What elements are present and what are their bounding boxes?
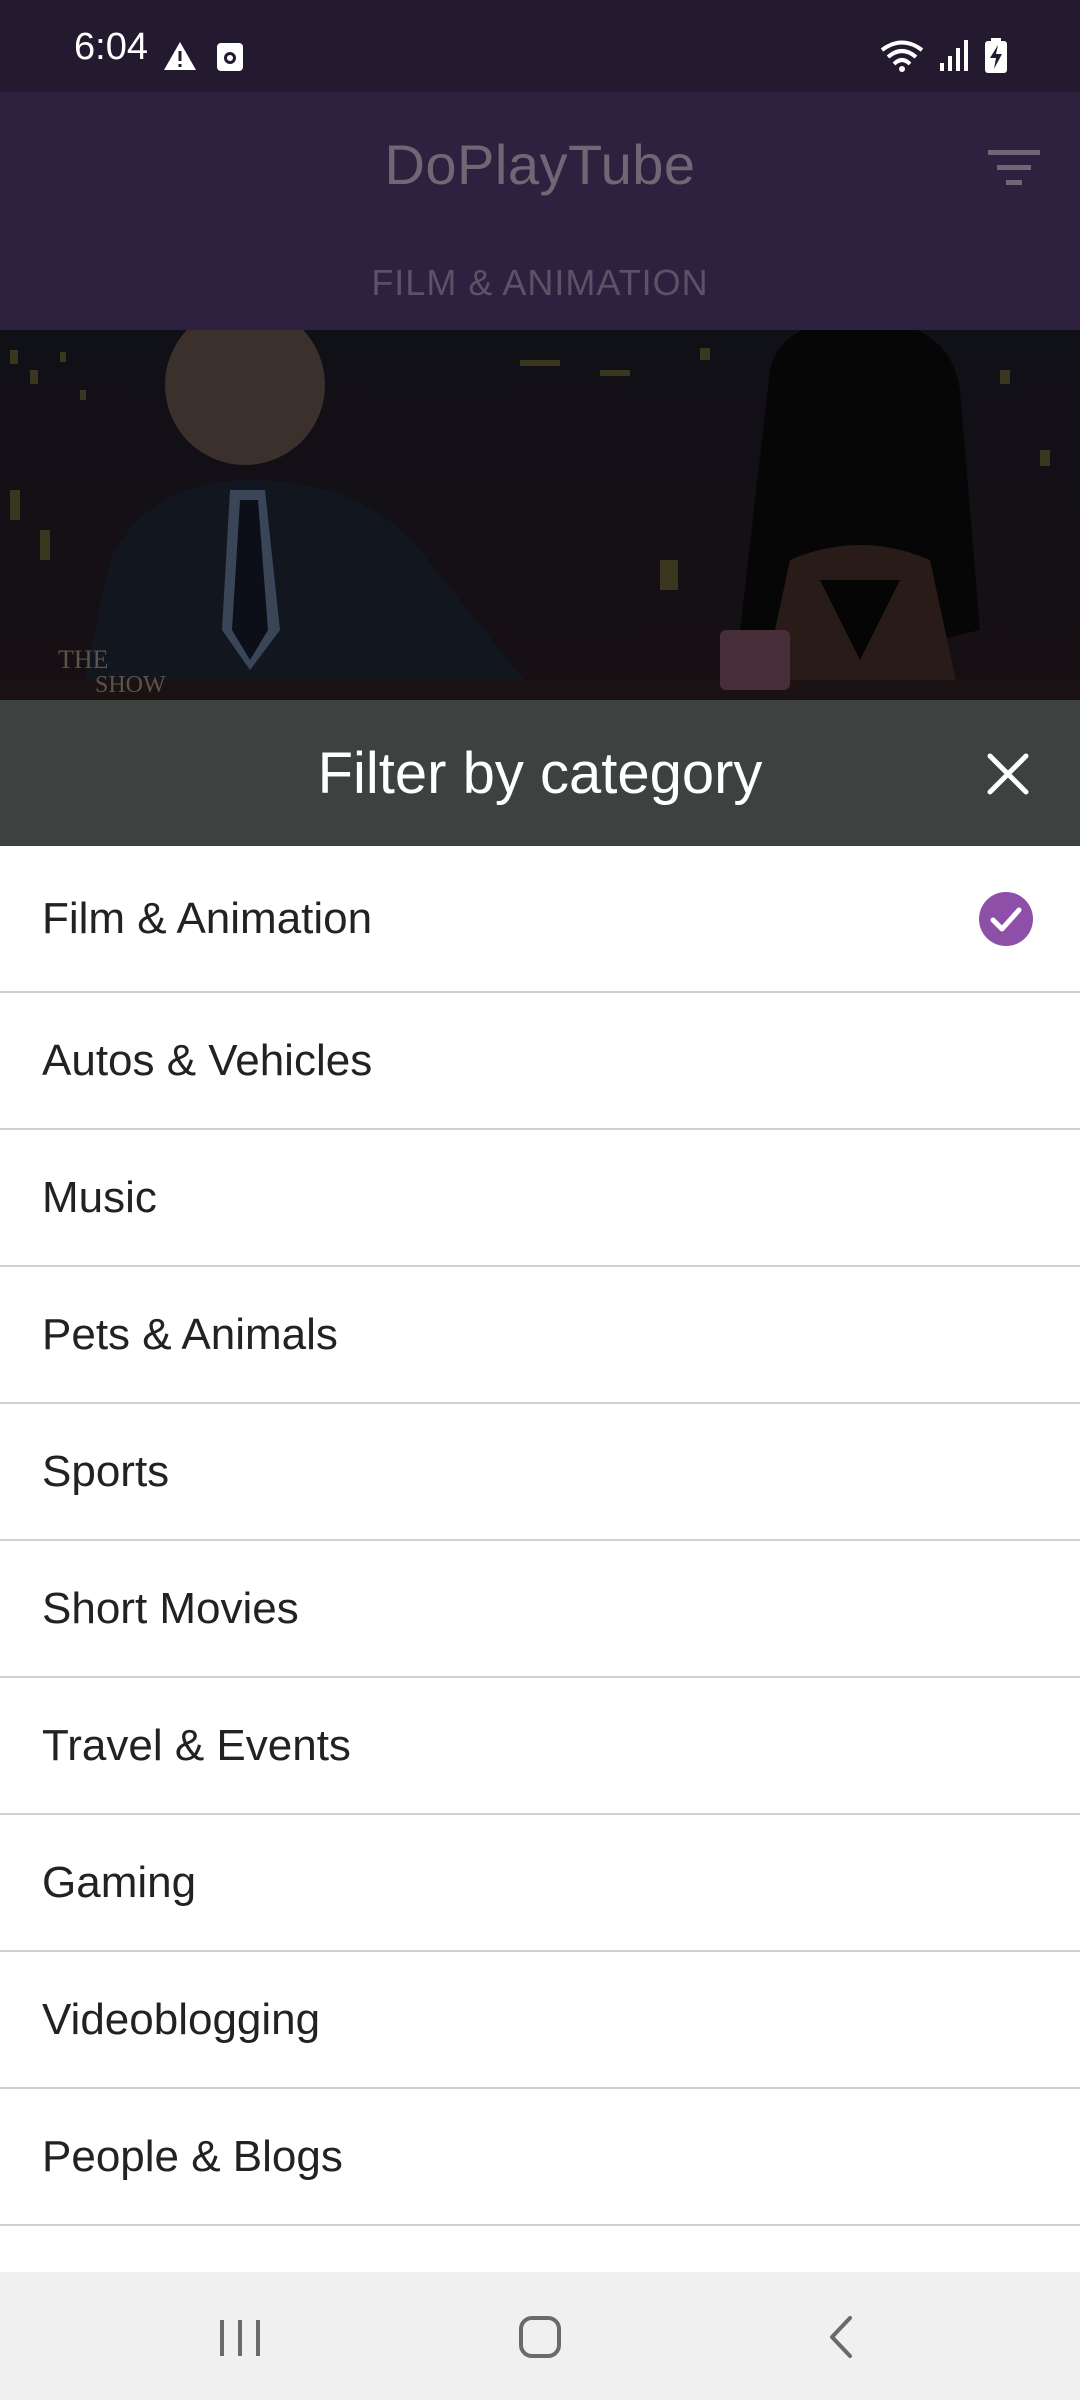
- video-thumbnail-image: THE SHOW: [0, 330, 1080, 700]
- app-notification-icon: [217, 43, 243, 71]
- category-item-pets-animals[interactable]: Pets & Animals: [0, 1267, 1080, 1404]
- category-label: Travel & Events: [42, 1720, 351, 1770]
- category-label: Autos & Vehicles: [42, 1035, 373, 1085]
- home-icon[interactable]: [510, 2312, 570, 2362]
- category-item-autos-vehicles[interactable]: Autos & Vehicles: [0, 993, 1080, 1130]
- app-title: DoPlayTube: [384, 133, 696, 196]
- status-bar: 6:04: [0, 0, 1080, 92]
- status-time: 6:04: [74, 26, 148, 68]
- category-label: Music: [42, 1172, 157, 1222]
- category-list: Film & Animation Autos & Vehicles Music …: [0, 846, 1080, 2226]
- category-label: Videoblogging: [42, 1994, 321, 2044]
- back-icon[interactable]: [812, 2312, 872, 2362]
- category-item-videoblogging[interactable]: Videoblogging: [0, 1952, 1080, 2089]
- category-item-film-animation[interactable]: Film & Animation: [0, 846, 1080, 993]
- close-icon[interactable]: [976, 742, 1040, 806]
- category-item-travel-events[interactable]: Travel & Events: [0, 1678, 1080, 1815]
- category-item-sports[interactable]: Sports: [0, 1404, 1080, 1541]
- category-label: People & Blogs: [42, 2131, 343, 2181]
- signal-icon: [940, 40, 968, 71]
- system-nav-bar: [0, 2272, 1080, 2400]
- category-item-gaming[interactable]: Gaming: [0, 1815, 1080, 1952]
- recent-apps-icon[interactable]: [210, 2312, 270, 2362]
- category-label: Gaming: [42, 1857, 197, 1907]
- check-circle-icon: [979, 891, 1033, 946]
- warning-icon: [164, 42, 196, 70]
- category-label: Sports: [42, 1446, 170, 1496]
- battery-charging-icon: [985, 38, 1007, 73]
- category-label: Short Movies: [42, 1583, 299, 1633]
- screen: 6:04 DoPlayTube FILM & ANIMATION THE SHO…: [0, 0, 1080, 2400]
- category-item-music[interactable]: Music: [0, 1130, 1080, 1267]
- wifi-icon: [880, 40, 924, 72]
- sheet-title: Filter by category: [317, 741, 763, 806]
- category-tab: FILM & ANIMATION: [371, 262, 709, 303]
- category-item-people-blogs[interactable]: People & Blogs: [0, 2089, 1080, 2226]
- video-thumbnail: THE SHOW: [0, 330, 1080, 700]
- sheet-header: Filter by category: [0, 700, 1080, 846]
- filter-icon[interactable]: [988, 148, 1040, 188]
- app-header: DoPlayTube FILM & ANIMATION: [0, 92, 1080, 330]
- category-label: Pets & Animals: [42, 1309, 338, 1359]
- category-item-short-movies[interactable]: Short Movies: [0, 1541, 1080, 1678]
- category-label: Film & Animation: [42, 893, 373, 943]
- status-right-icons: [880, 38, 1008, 74]
